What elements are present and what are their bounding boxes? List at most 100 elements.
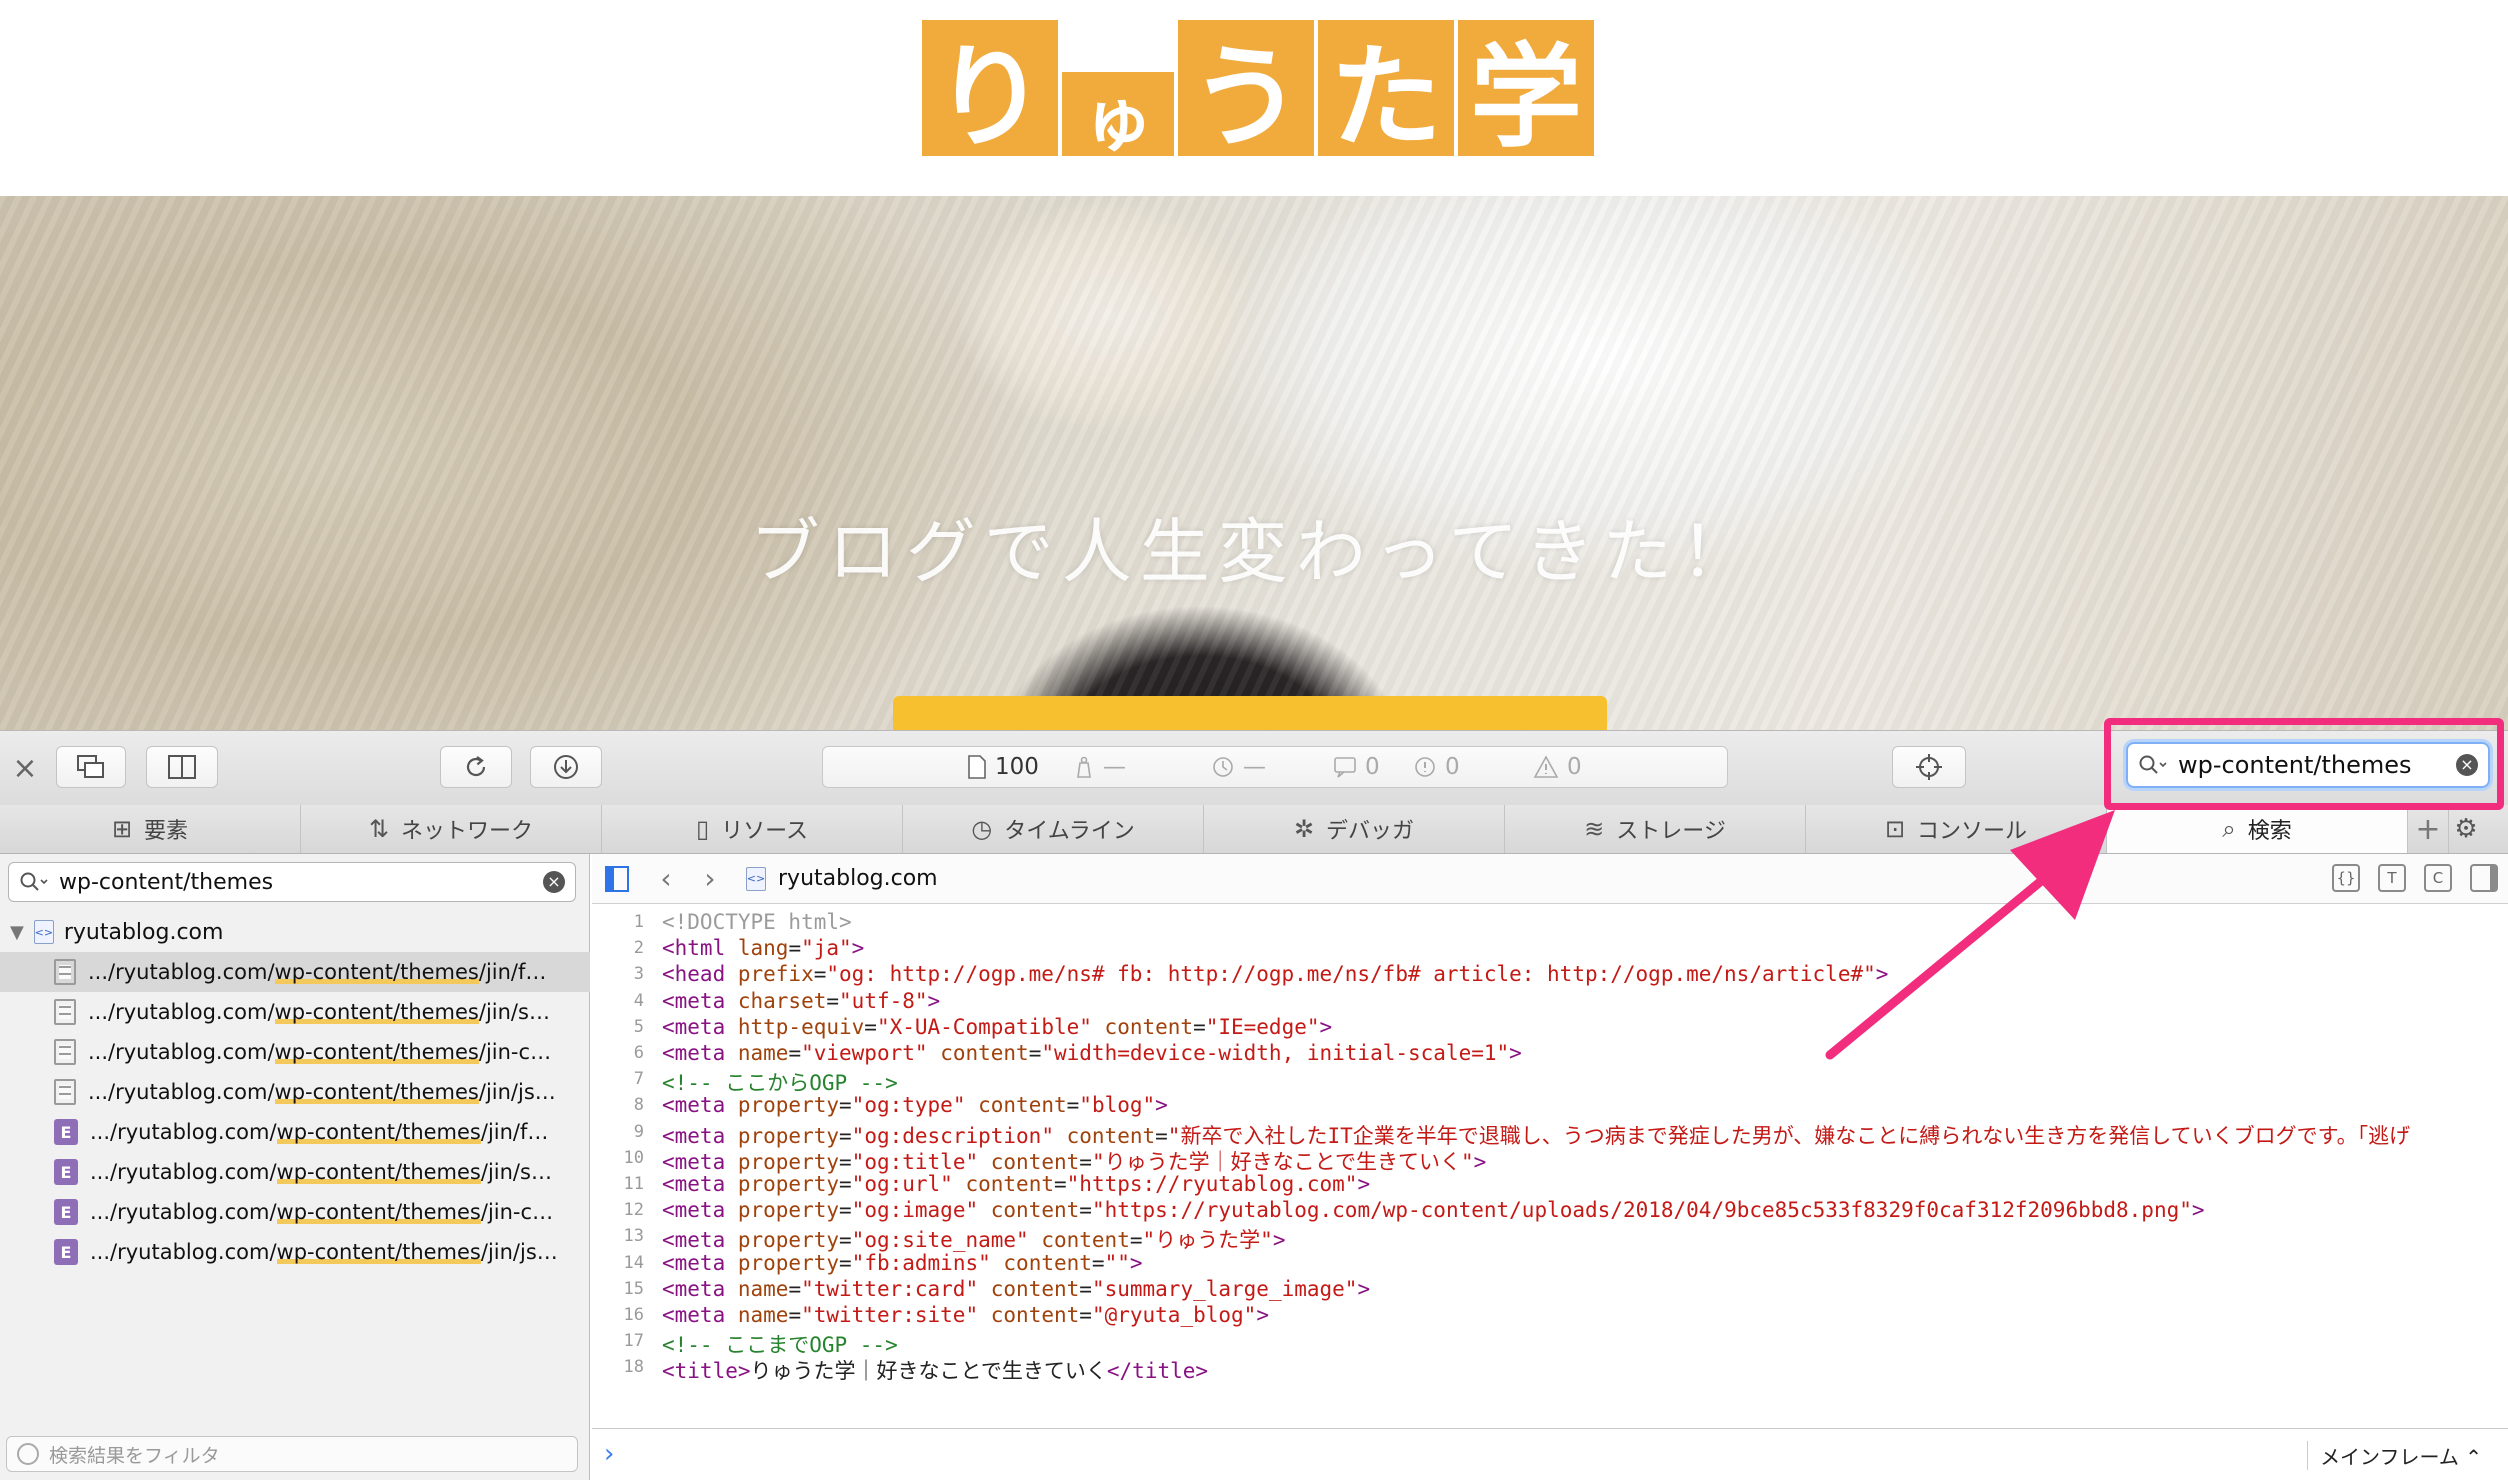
- clear-search-icon[interactable]: ×: [543, 871, 565, 893]
- tab-label: ネットワーク: [401, 819, 534, 844]
- site-logo[interactable]: り ゅ う た 学: [922, 20, 1594, 163]
- code-token: property: [737, 1093, 840, 1117]
- code-token: lang: [737, 936, 789, 960]
- result-path-match: wp-content/themes: [274, 1040, 479, 1064]
- line-number[interactable]: 11: [592, 1174, 644, 1194]
- result-row[interactable]: .../ryutablog.com/wp-content/themes/jin/…: [0, 1072, 590, 1112]
- line-number[interactable]: 10: [592, 1148, 644, 1168]
- code-line: 10 <meta property="og:title" content="りゅう…: [592, 1146, 2508, 1174]
- line-number[interactable]: 4: [592, 991, 644, 1011]
- line-number[interactable]: 16: [592, 1305, 644, 1325]
- details-sidebar-icon[interactable]: [2470, 864, 2498, 892]
- result-path-prefix: .../ryutablog.com/: [88, 960, 275, 984]
- line-number[interactable]: 3: [592, 964, 644, 984]
- document-icon: [54, 959, 76, 985]
- line-number[interactable]: 9: [592, 1122, 644, 1142]
- result-row[interactable]: .../ryutablog.com/wp-content/themes/jin/…: [0, 952, 590, 992]
- logs-count[interactable]: 0: [1333, 747, 1380, 787]
- line-number[interactable]: 13: [592, 1226, 644, 1246]
- result-row[interactable]: E .../ryutablog.com/wp-content/themes/jin…: [0, 1152, 590, 1192]
- pretty-print-icon[interactable]: {}: [2332, 864, 2360, 892]
- sidebar-search-field[interactable]: wp-content/themes ×: [8, 862, 576, 902]
- code-text: <!DOCTYPE html>: [662, 910, 852, 934]
- code-token: <meta: [662, 1093, 738, 1117]
- dock-side-button[interactable]: [146, 746, 218, 788]
- code-token: property: [737, 1124, 840, 1148]
- line-number[interactable]: 17: [592, 1331, 644, 1351]
- source-file-crumb[interactable]: <> ryutablog.com: [746, 866, 938, 891]
- tab-label: コンソール: [1917, 819, 2028, 844]
- sidebar-toggle-icon[interactable]: [604, 865, 630, 893]
- errors-count[interactable]: 0: [1413, 747, 1460, 787]
- dom-element-icon: E: [54, 1239, 78, 1265]
- code-token: content: [1104, 1015, 1194, 1039]
- line-number[interactable]: 18: [592, 1357, 644, 1377]
- code-token: <html: [662, 936, 738, 960]
- activity-viewer[interactable]: 100 — — 0 0 0: [822, 746, 1728, 788]
- source-nav-bar: ‹ › <> ryutablog.com {} T C: [592, 854, 2508, 904]
- tab-storage[interactable]: ≋ ストレージ: [1505, 805, 1806, 853]
- back-button[interactable]: ‹: [644, 862, 688, 895]
- console-prompt[interactable]: ›: [604, 1439, 614, 1469]
- forward-button[interactable]: ›: [688, 862, 732, 895]
- toolbar-search-field[interactable]: wp-content/themes ×: [2126, 742, 2490, 788]
- results-filter-field[interactable]: 検索結果をフィルタ: [6, 1436, 578, 1472]
- resources-count[interactable]: 100: [967, 747, 1039, 787]
- pip-button[interactable]: [56, 746, 126, 788]
- code-token: content: [940, 1041, 1029, 1065]
- gear-icon[interactable]: ⚙: [2449, 805, 2483, 853]
- close-icon[interactable]: ×: [12, 749, 38, 789]
- tab-debugger[interactable]: ✲ デバッガ: [1204, 805, 1505, 853]
- warnings-count[interactable]: 0: [1533, 747, 1582, 787]
- hero-cta-button[interactable]: [893, 696, 1607, 730]
- logs-count-value: 0: [1365, 754, 1380, 780]
- load-time[interactable]: —: [1211, 747, 1266, 787]
- tab-search[interactable]: ⌕ 検索: [2107, 805, 2408, 853]
- result-row[interactable]: E .../ryutablog.com/wp-content/themes/jin…: [0, 1112, 590, 1152]
- tree-root[interactable]: ▼ <> ryutablog.com: [0, 912, 590, 952]
- download-button[interactable]: [530, 746, 602, 788]
- result-path-prefix: .../ryutablog.com/: [90, 1120, 277, 1144]
- line-number[interactable]: 1: [592, 912, 644, 932]
- code-coverage-icon[interactable]: C: [2424, 864, 2452, 892]
- add-tab-icon[interactable]: +: [2408, 805, 2449, 853]
- tab-elements[interactable]: ⊞ 要素: [0, 805, 301, 853]
- inspect-element-button[interactable]: [1892, 746, 1966, 788]
- line-number[interactable]: 2: [592, 938, 644, 958]
- code-token: <meta: [662, 1303, 738, 1327]
- code-token: >: [1256, 1303, 1269, 1327]
- tab-timeline[interactable]: ◷ タイムライン: [903, 805, 1204, 853]
- reload-button[interactable]: [440, 746, 512, 788]
- type-profiler-icon[interactable]: T: [2378, 864, 2406, 892]
- code-token: <meta: [662, 989, 738, 1013]
- result-row[interactable]: .../ryutablog.com/wp-content/themes/jin/…: [0, 992, 590, 1032]
- tab-console[interactable]: ⊡ コンソール: [1806, 805, 2107, 853]
- line-number[interactable]: 15: [592, 1279, 644, 1299]
- line-number[interactable]: 12: [592, 1200, 644, 1220]
- code-token: "https://ryutablog.com/wp-content/upload…: [1091, 1198, 2192, 1222]
- source-code-view[interactable]: 1 <!DOCTYPE html> 2 <html lang="ja"> 3 <head …: [592, 908, 2508, 1428]
- search-icon: [2139, 755, 2167, 774]
- lock-indicator[interactable]: —: [1073, 747, 1126, 787]
- sidebar-search-input[interactable]: wp-content/themes: [59, 870, 543, 895]
- frame-selector[interactable]: メインフレーム ⌃: [2307, 1441, 2482, 1470]
- result-row[interactable]: .../ryutablog.com/wp-content/themes/jin-…: [0, 1032, 590, 1072]
- line-number[interactable]: 14: [592, 1253, 644, 1273]
- tab-resources[interactable]: ▯ リソース: [602, 805, 903, 853]
- toolbar-search-input[interactable]: wp-content/themes: [2178, 751, 2456, 779]
- code-token: =: [1155, 1124, 1168, 1148]
- disclosure-triangle-icon[interactable]: ▼: [10, 922, 24, 943]
- tab-network[interactable]: ⇅ ネットワーク: [301, 805, 602, 853]
- result-row[interactable]: E .../ryutablog.com/wp-content/themes/jin…: [0, 1232, 590, 1272]
- code-token: <meta: [662, 1041, 738, 1065]
- code-token: =: [826, 989, 840, 1013]
- code-token: =: [839, 1150, 852, 1174]
- line-number[interactable]: 6: [592, 1043, 644, 1063]
- line-number[interactable]: 8: [592, 1095, 644, 1115]
- code-token: =: [839, 1198, 852, 1222]
- line-number[interactable]: 7: [592, 1069, 644, 1089]
- clear-search-icon[interactable]: ×: [2456, 754, 2478, 776]
- result-row[interactable]: E .../ryutablog.com/wp-content/themes/jin…: [0, 1192, 590, 1232]
- line-number[interactable]: 5: [592, 1017, 644, 1037]
